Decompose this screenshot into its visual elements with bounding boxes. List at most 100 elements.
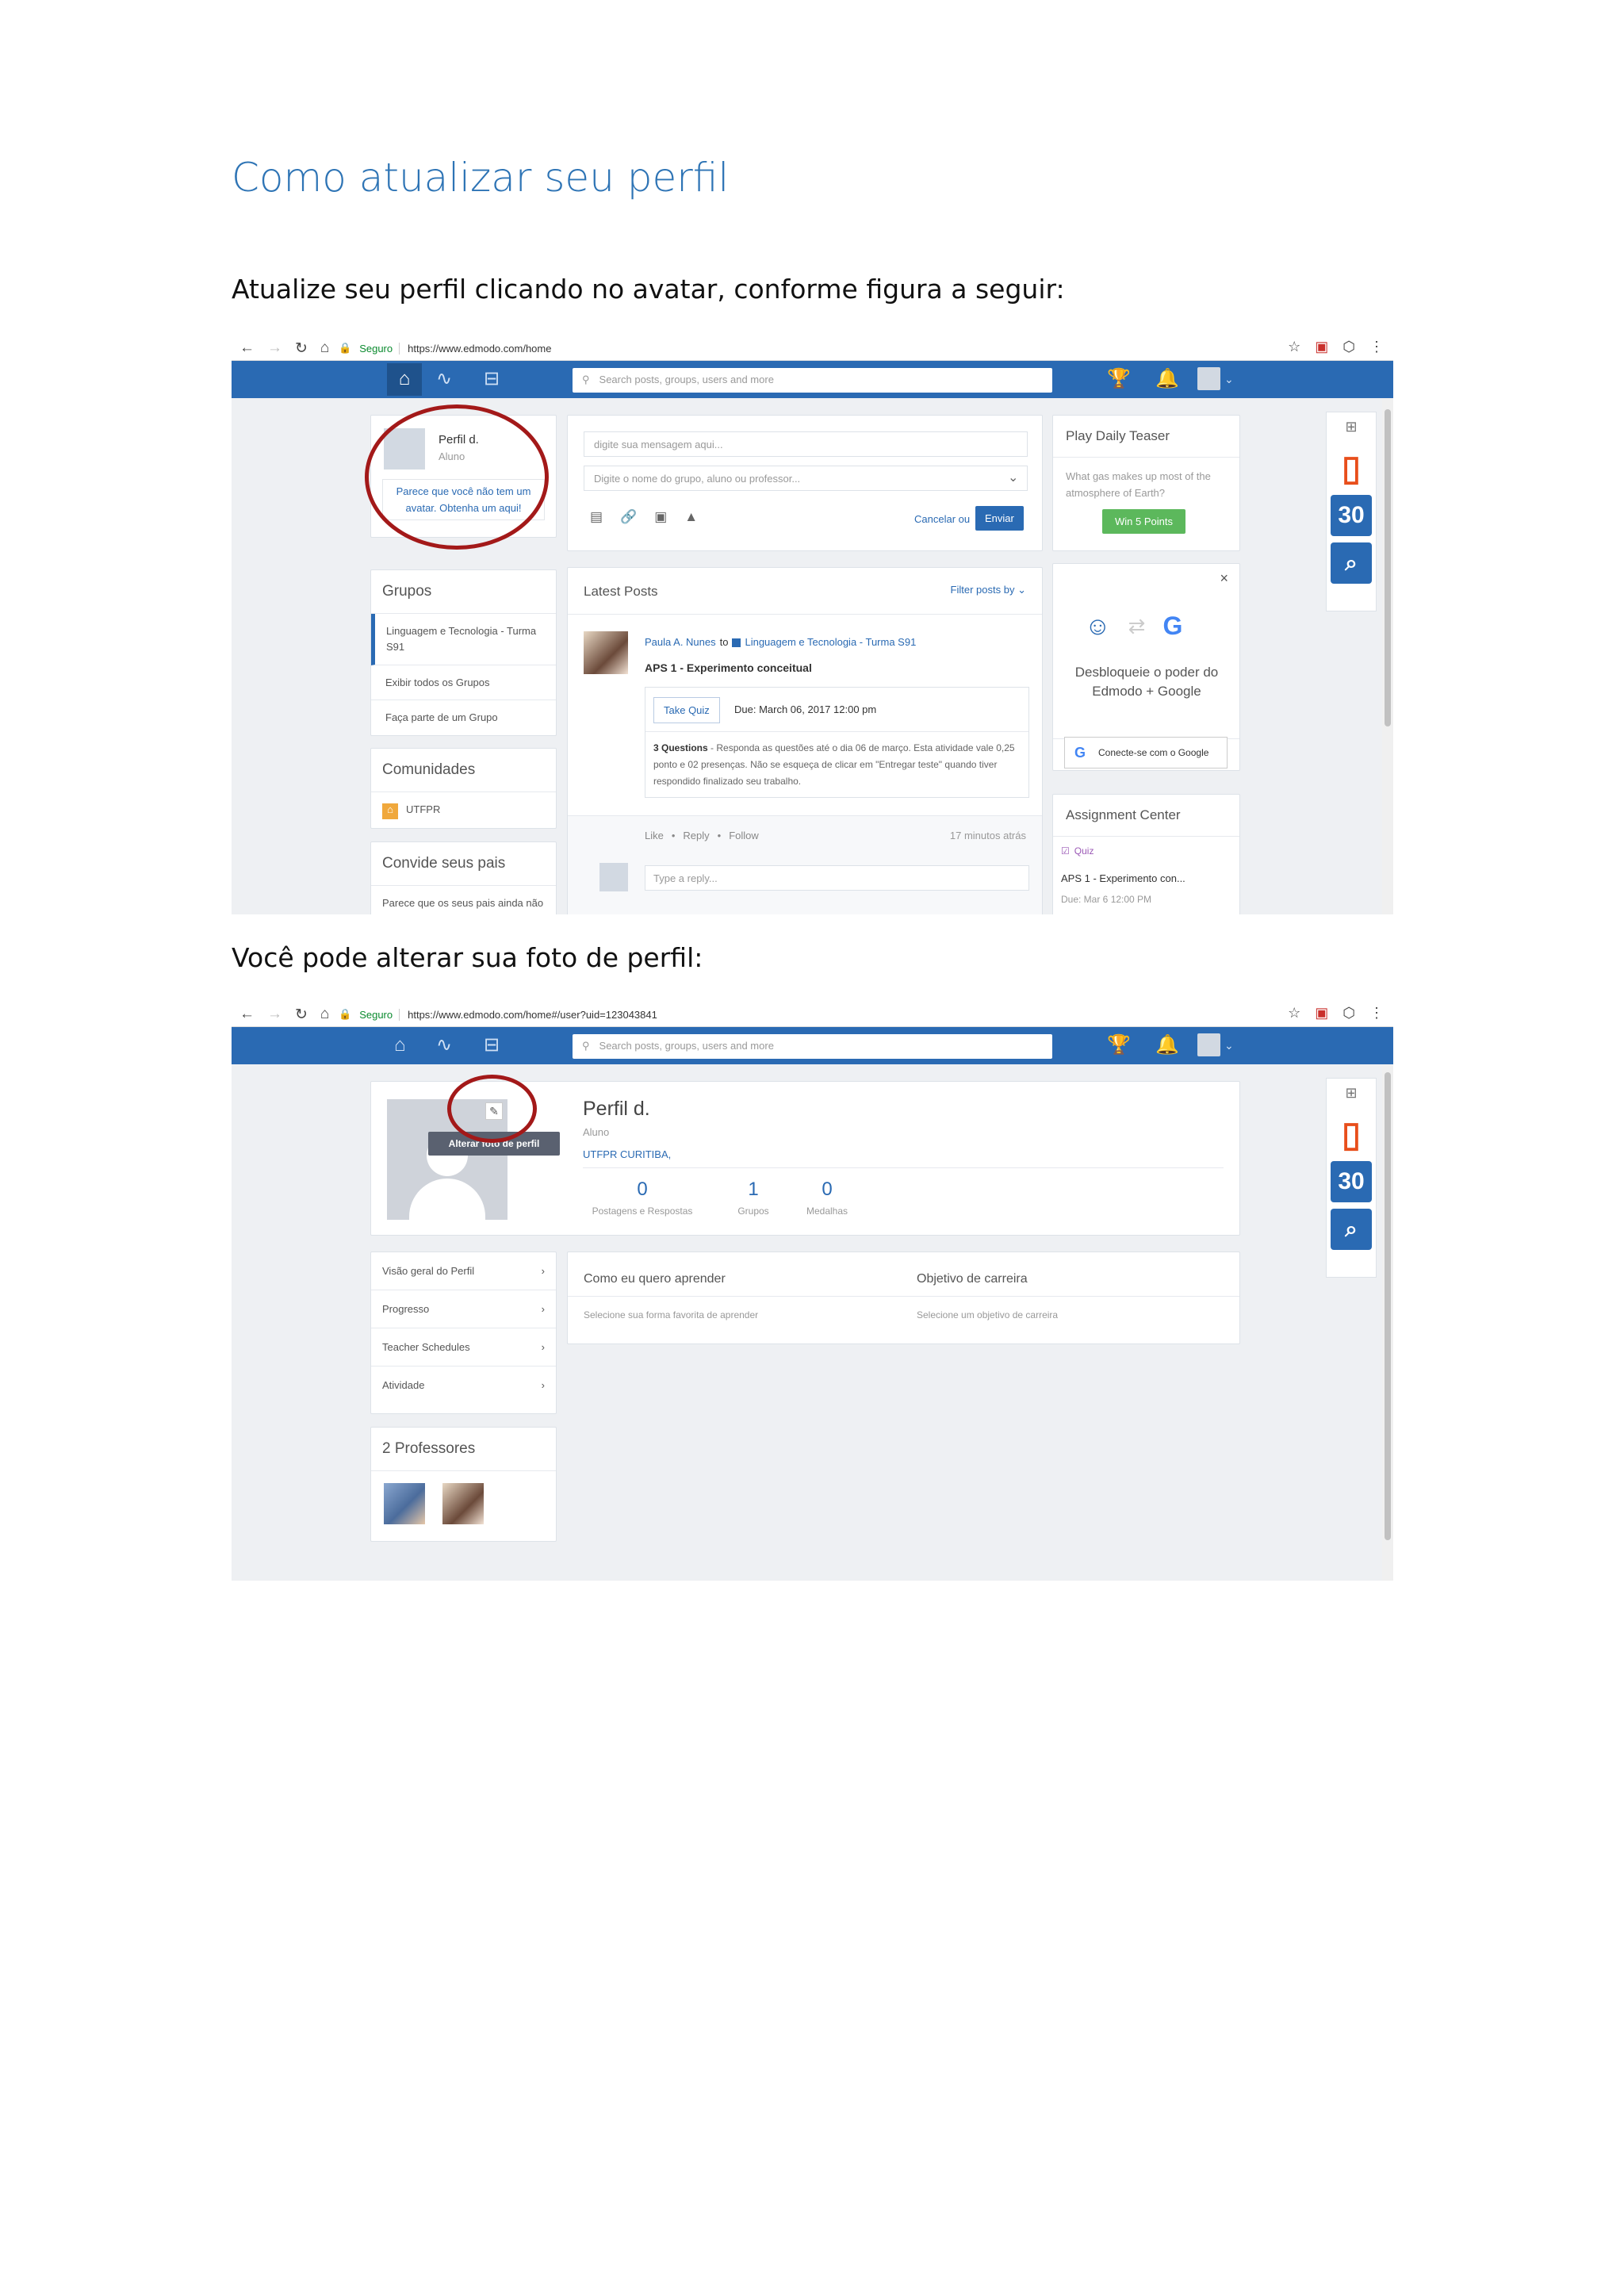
recipient-input[interactable]: Digite o nome do grupo, aluno ou profess… <box>584 466 1028 491</box>
cancel-link[interactable]: Cancelar ou <box>914 513 970 525</box>
chevron-down-icon[interactable]: ⌄ <box>1008 470 1018 485</box>
home-icon[interactable]: ⌂ <box>320 1006 329 1024</box>
win-points-button[interactable]: Win 5 Points <box>1102 509 1185 534</box>
assignment-icon[interactable]: ▤ <box>590 509 603 525</box>
menu-progress[interactable]: Progresso › <box>371 1290 556 1328</box>
trophy-icon[interactable]: 🏆 <box>1107 368 1131 390</box>
quiz-app-icon[interactable]: ⌕ <box>1331 1209 1372 1250</box>
forward-icon[interactable]: → <box>267 339 282 358</box>
extension-icon[interactable]: ▣ <box>1315 339 1328 355</box>
forward-icon[interactable]: → <box>267 1006 282 1024</box>
profile-role: Aluno <box>583 1126 610 1138</box>
star-icon[interactable]: ☆ <box>1288 1005 1300 1022</box>
menu-profile-overview[interactable]: Visão geral do Perfil › <box>371 1252 556 1290</box>
group-item[interactable]: Linguagem e Tecnologia - Turma S91 <box>371 614 556 665</box>
search-input[interactable]: ⚲ Search posts, groups, users and more <box>573 368 1052 393</box>
invite-title: Convide seus pais <box>371 842 556 886</box>
home-nav-icon[interactable]: ⌂ <box>394 1034 406 1056</box>
career-goal-hint[interactable]: Selecione um objetivo de carreira <box>917 1309 1058 1320</box>
reload-icon[interactable]: ↻ <box>295 339 308 358</box>
communities-card: Comunidades ⌂ UTFPR <box>370 748 557 829</box>
bell-icon[interactable]: 🔔 <box>1155 1034 1179 1056</box>
star-icon[interactable]: ☆ <box>1288 339 1300 355</box>
lock-icon: 🔒 <box>339 1008 352 1020</box>
trophy-icon[interactable]: 🏆 <box>1107 1034 1131 1056</box>
search-input[interactable]: ⚲ Search posts, groups, users and more <box>573 1034 1052 1059</box>
take-quiz-button[interactable]: Take Quiz <box>653 697 720 723</box>
stat-groups[interactable]: 1 Grupos <box>718 1179 789 1217</box>
menu-dots-icon[interactable]: ⋮ <box>1369 1005 1384 1022</box>
address-bar[interactable]: https://www.edmodo.com/home <box>408 343 551 355</box>
user-avatar-menu[interactable] <box>1197 367 1220 390</box>
apps-grid-icon[interactable]: ⊞ <box>1327 412 1376 441</box>
drive-icon[interactable]: ▲ <box>684 509 698 525</box>
bell-icon[interactable]: 🔔 <box>1155 368 1179 390</box>
teacher-avatar[interactable] <box>442 1483 484 1524</box>
view-all-groups-link[interactable]: Exibir todos os Grupos <box>371 665 556 700</box>
google-logo-icon: G <box>1162 611 1183 640</box>
home-nav-icon[interactable]: ⌂ <box>387 363 422 396</box>
backpack-nav-icon[interactable]: ⊟ <box>484 368 500 390</box>
reply-input[interactable]: Type a reply... <box>645 865 1029 891</box>
learning-style-title[interactable]: Como eu quero aprender <box>584 1272 726 1286</box>
user-avatar-menu[interactable] <box>1197 1033 1220 1056</box>
apps-grid-icon[interactable]: ⊞ <box>1327 1079 1376 1107</box>
stat-badges[interactable]: 0 Medalhas <box>791 1179 863 1217</box>
back-icon[interactable]: ← <box>239 339 255 358</box>
chevron-down-icon[interactable]: ⌄ <box>1224 1034 1234 1056</box>
back-icon[interactable]: ← <box>239 1006 255 1024</box>
reload-icon[interactable]: ↻ <box>295 1006 308 1024</box>
activity-nav-icon[interactable]: ∿ <box>436 1034 452 1056</box>
chevron-down-icon[interactable]: ⌄ <box>1224 368 1234 390</box>
extension2-icon[interactable]: ⬡ <box>1342 1005 1355 1022</box>
post-group[interactable]: Linguagem e Tecnologia - Turma S91 <box>745 636 916 648</box>
assignment-item[interactable]: APS 1 - Experimento con... <box>1061 872 1185 884</box>
message-input[interactable]: digite sua mensagem aqui... <box>584 431 1028 457</box>
author-avatar[interactable] <box>584 631 628 674</box>
daily-teaser-card: Play Daily Teaser What gas makes up most… <box>1052 415 1240 551</box>
menu-teacher-schedules[interactable]: Teacher Schedules › <box>371 1328 556 1366</box>
connect-google-button[interactable]: G Conecte-se com o Google <box>1064 737 1228 769</box>
library-icon[interactable]: ▣ <box>654 509 667 525</box>
career-goal-title[interactable]: Objetivo de carreira <box>917 1272 1028 1286</box>
like-link[interactable]: Like <box>645 830 664 841</box>
google-text: Desbloqueie o poder do Edmodo + Google <box>1074 665 1219 699</box>
scrollbar[interactable] <box>1382 1064 1393 1581</box>
scrollbar[interactable] <box>1382 398 1393 914</box>
join-group-link[interactable]: Faça parte de um Grupo <box>371 700 556 734</box>
office-icon[interactable]: ▯ <box>1331 447 1372 489</box>
link-icon[interactable]: 🔗 <box>620 509 637 525</box>
address-bar[interactable]: https://www.edmodo.com/home#/user?uid=12… <box>408 1009 657 1021</box>
home-icon[interactable]: ⌂ <box>320 339 329 358</box>
profile-school[interactable]: UTFPR CURITIBA, <box>583 1148 671 1160</box>
menu-activity[interactable]: Atividade › <box>371 1366 556 1404</box>
stat-posts[interactable]: 0 Postagens e Respostas <box>583 1179 702 1217</box>
edmodo-topbar: ⌂ ∿ ⊟ ⚲ Search posts, groups, users and m… <box>232 361 1393 398</box>
instruction-paragraph-1: Atualize seu perfil clicando no avatar, … <box>232 274 1065 305</box>
instruction-paragraph-2: Você pode alterar sua foto de perfil: <box>232 942 703 973</box>
teacher-avatar[interactable] <box>384 1483 425 1524</box>
extension2-icon[interactable]: ⬡ <box>1342 339 1355 355</box>
latest-posts-title: Latest Posts <box>584 584 658 599</box>
post-author[interactable]: Paula A. Nunes <box>645 636 716 648</box>
post-time: 17 minutos atrás <box>949 830 1026 841</box>
close-icon[interactable]: × <box>1220 570 1228 587</box>
app-rail: ⊞ ▯ 30 ⌕ <box>1326 412 1377 611</box>
search-placeholder: Search posts, groups, users and more <box>599 374 774 385</box>
menu-dots-icon[interactable]: ⋮ <box>1369 339 1384 355</box>
backpack-nav-icon[interactable]: ⊟ <box>484 1034 500 1056</box>
follow-link[interactable]: Follow <box>729 830 759 841</box>
latest-posts-card: Latest Posts Filter posts by ⌄ Paula A. … <box>567 567 1043 914</box>
extension-icon[interactable]: ▣ <box>1315 1005 1328 1022</box>
activity-nav-icon[interactable]: ∿ <box>436 368 452 390</box>
calendar-app-icon[interactable]: 30 <box>1331 495 1372 536</box>
community-item[interactable]: ⌂ UTFPR <box>371 792 556 830</box>
office-icon[interactable]: ▯ <box>1331 1114 1372 1155</box>
filter-posts-dropdown[interactable]: Filter posts by ⌄ <box>951 584 1026 596</box>
quiz-app-icon[interactable]: ⌕ <box>1331 542 1372 584</box>
reply-link[interactable]: Reply <box>683 830 709 841</box>
learning-style-hint[interactable]: Selecione sua forma favorita de aprender <box>584 1309 758 1320</box>
calendar-app-icon[interactable]: 30 <box>1331 1161 1372 1202</box>
send-button[interactable]: Enviar <box>975 506 1024 531</box>
stat-value: 0 <box>637 1179 648 1200</box>
